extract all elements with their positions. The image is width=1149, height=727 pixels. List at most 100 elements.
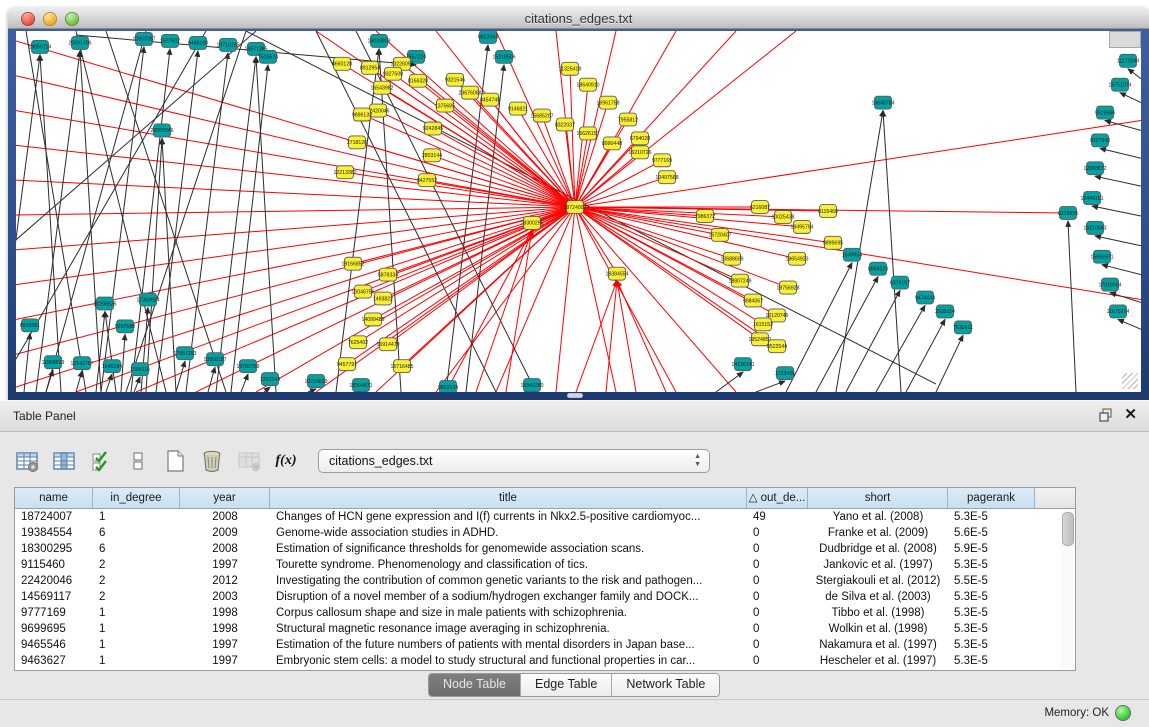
graph-node[interactable]: 10497568 — [655, 171, 678, 184]
graph-node[interactable]: 19495794 — [790, 220, 813, 233]
rows-icon[interactable] — [125, 448, 151, 474]
graph-node[interactable]: 1375685 — [435, 99, 455, 112]
graph-node[interactable]: 15685207 — [530, 109, 553, 122]
graph-node[interactable]: 8522544 — [767, 340, 787, 353]
column-header-6[interactable]: pagerank — [948, 488, 1035, 509]
graph-node[interactable]: 8660128 — [332, 57, 352, 70]
graph-node[interactable]: 10719185 — [216, 38, 239, 51]
graph-node[interactable]: 1645194 — [102, 360, 122, 373]
table-row[interactable]: 946362711997Embryonic stem cells: a mode… — [15, 653, 1075, 669]
graph-node[interactable]: 12444151 — [1080, 192, 1103, 205]
graph-node[interactable]: 6216087 — [750, 201, 770, 214]
function-builder-icon[interactable]: f(x) — [273, 448, 299, 474]
graph-node[interactable]: 12942757 — [70, 357, 93, 370]
new-column-icon[interactable] — [162, 448, 188, 474]
table-row[interactable]: 911546021997Tourette syndrome. Phenomeno… — [15, 557, 1075, 573]
graph-node[interactable]: 6794028 — [630, 132, 650, 145]
graph-node[interactable]: 18807249 — [728, 274, 751, 287]
graph-node[interactable]: 17016504 — [1098, 278, 1121, 291]
graph-node[interactable]: 8813054 — [478, 31, 498, 43]
table-row[interactable]: 1938455462009Genome-wide association stu… — [15, 525, 1075, 541]
graph-node[interactable]: 19756928 — [776, 281, 799, 294]
canvas-resize-grip[interactable] — [1122, 373, 1138, 389]
tab-network-table[interactable]: Network Table — [612, 674, 719, 696]
graph-node[interactable]: 5878334 — [378, 268, 398, 281]
graph-node[interactable]: 18300295 — [520, 216, 543, 229]
graph-node[interactable]: 9327508 — [383, 67, 403, 80]
graph-node[interactable]: 16543982 — [370, 81, 393, 94]
graph-node[interactable]: 2803144 — [422, 149, 442, 162]
column-visibility-icon[interactable] — [51, 448, 77, 474]
graph-node[interactable]: 16210643 — [1083, 221, 1106, 234]
graph-node[interactable]: 10958187 — [203, 353, 226, 366]
graph-node[interactable]: 8958923 — [868, 262, 888, 275]
graph-node[interactable]: 17957253 — [173, 347, 196, 360]
graph-node[interactable]: 1733426 — [775, 367, 795, 380]
tab-edge-table[interactable]: Edge Table — [521, 674, 612, 696]
graph-node[interactable]: 19384554 — [605, 267, 628, 280]
graph-node[interactable]: 19166852 — [341, 257, 364, 270]
graph-node[interactable]: 12093872 — [1083, 162, 1106, 175]
graph-node[interactable]: 11172044 — [1117, 54, 1139, 67]
graph-node[interactable]: 10046756 — [351, 285, 374, 298]
graph-node[interactable]: 8454749 — [480, 93, 500, 106]
table-row[interactable]: 2242004622012Investigating the contribut… — [15, 573, 1075, 589]
graph-node[interactable]: 9321546 — [445, 73, 465, 86]
table-row[interactable]: 977716911998Corpus callosum shape and si… — [15, 605, 1075, 621]
graph-node[interactable]: 17359924 — [136, 293, 159, 306]
graph-node[interactable]: 8915061 — [20, 319, 40, 332]
graph-node[interactable]: 10853287 — [132, 32, 155, 45]
graph-node[interactable]: 2935114 — [935, 305, 955, 318]
graph-node[interactable]: 8215955 — [1058, 207, 1078, 220]
graph-node[interactable]: 1527602 — [160, 34, 180, 47]
graph-node[interactable]: 15751074 — [1108, 78, 1131, 91]
graph-node[interactable]: 8322037 — [555, 118, 575, 131]
graph-node[interactable]: 16210726 — [628, 146, 651, 159]
table-scrollbar[interactable] — [1061, 510, 1074, 669]
graph-node[interactable]: 9115460 — [818, 205, 838, 218]
graph-node[interactable]: 10234839 — [304, 375, 327, 388]
graph-node[interactable]: 12213382 — [333, 166, 356, 179]
graph-node[interactable]: 15218506 — [492, 50, 515, 63]
column-header-1[interactable]: in_degree — [93, 488, 180, 509]
graph-node[interactable]: 16648784 — [871, 96, 894, 109]
graph-node[interactable]: 15692971 — [1090, 250, 1113, 263]
graph-node[interactable]: 18640910 — [576, 78, 599, 91]
graph-node[interactable]: 10025438 — [771, 211, 794, 224]
graph-node[interactable]: 16961758 — [596, 96, 619, 109]
graph-node[interactable]: 16843280 — [520, 379, 543, 392]
table-row[interactable]: 946554611997Estimation of the future num… — [15, 637, 1075, 653]
graph-node[interactable]: 20053346 — [150, 124, 173, 137]
graph-node[interactable]: 8166328 — [408, 74, 428, 87]
graph-node[interactable]: 16033809 — [367, 34, 390, 47]
float-panel-icon[interactable] — [1099, 408, 1113, 422]
graph-node[interactable]: 14099489 — [361, 313, 384, 326]
graph-node[interactable]: 15720407 — [708, 228, 731, 241]
graph-node[interactable]: 16782759 — [236, 360, 259, 373]
graph-node[interactable]: 9227343 — [1090, 134, 1110, 147]
graph-node[interactable]: 19654923 — [785, 252, 808, 265]
graph-node[interactable]: 14136141 — [731, 358, 754, 371]
close-panel-icon[interactable]: ✕ — [1124, 406, 1137, 424]
graph-node[interactable]: 9146821 — [508, 102, 528, 115]
graph-node[interactable]: 11675314 — [1107, 305, 1130, 318]
graph-node[interactable]: 1640954 — [842, 248, 862, 261]
column-header-5[interactable]: short — [808, 488, 948, 509]
column-header-4[interactable]: △ out_de... — [747, 488, 808, 509]
graph-node[interactable]: 11325419 — [559, 62, 582, 75]
graph-node[interactable]: 1505115 — [130, 363, 150, 376]
column-header-2[interactable]: year — [180, 488, 270, 509]
graph-node[interactable]: 9084067 — [743, 294, 763, 307]
table-row[interactable]: 969969511998Structural magnetic resonanc… — [15, 621, 1075, 637]
graph-node[interactable]: 9777169 — [652, 154, 672, 167]
graph-node[interactable]: 8912954 — [360, 61, 380, 74]
graph-node[interactable]: 1493822 — [373, 292, 393, 305]
delete-column-icon[interactable] — [199, 448, 225, 474]
graph-node[interactable]: 6466160 — [188, 36, 208, 49]
table-selector-dropdown[interactable]: citations_edges.txt▲▼ — [318, 449, 710, 473]
graph-node[interactable]: 7986372 — [695, 210, 715, 223]
graph-node[interactable]: 7632611 — [953, 321, 973, 334]
graph-node[interactable]: 20691406 — [68, 36, 91, 49]
graph-node[interactable]: 9242845 — [423, 122, 443, 135]
graph-node[interactable]: 23676068 — [458, 86, 481, 99]
